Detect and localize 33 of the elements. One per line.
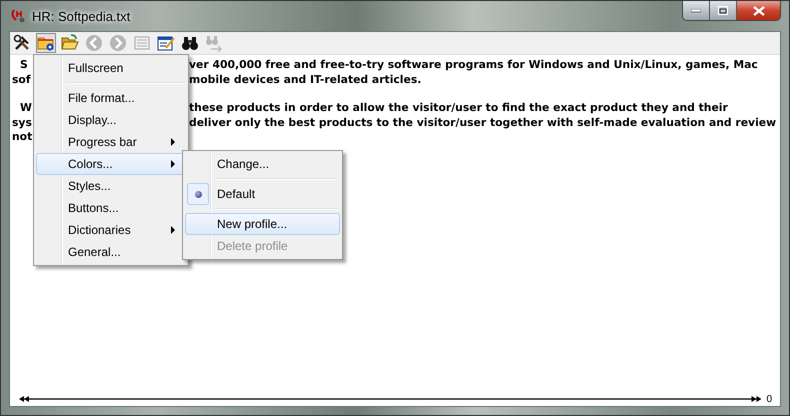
menu-item[interactable]: Dictionaries [36, 219, 186, 241]
maximize-button[interactable] [709, 1, 736, 20]
menu-item[interactable]: Buttons... [36, 197, 186, 219]
close-icon [752, 6, 764, 16]
menu-item[interactable]: Default [185, 183, 340, 205]
text-line: these products in order to allow the visitor/user to find the exact product they and their [189, 101, 728, 116]
menu-item[interactable]: File format... [36, 87, 186, 109]
text-fragment: sys [12, 116, 32, 129]
menu-item[interactable]: Progress bar [36, 131, 186, 153]
submenu-arrow-icon [171, 226, 175, 234]
text-fragment: not [12, 130, 32, 144]
maximize-icon [718, 6, 728, 15]
close-button[interactable] [736, 1, 780, 20]
text-line: ver 400,000 free and free-to-try software programs for Windows and Unix/Linux, games, Mac [189, 58, 758, 73]
text-fragment: W [20, 101, 32, 114]
menu-item[interactable]: Change... [185, 153, 340, 175]
minimize-button[interactable] [683, 1, 709, 20]
minimize-icon [691, 8, 701, 12]
folder-gear-icon[interactable] [36, 33, 56, 53]
text-line: deliver only the best products to the visitor/user together with self-made evaluation and review [189, 116, 776, 130]
text-line: mobile devices and IT-related articles. [189, 72, 422, 88]
text-fragment: sof [12, 72, 31, 86]
progress-reading: 0 [766, 394, 772, 404]
menu-item[interactable]: Styles... [36, 175, 186, 197]
menu-item[interactable]: New profile... [185, 213, 340, 235]
submenu-arrow-icon [171, 160, 175, 168]
menu-item[interactable]: Fullscreen [36, 57, 186, 79]
menu-item[interactable]: Display... [36, 109, 186, 131]
menu-item[interactable]: General... [36, 241, 186, 263]
app-icon [10, 8, 26, 24]
window-title: HR: Softpedia.txt [32, 8, 130, 24]
text-fragment: S [20, 58, 28, 71]
submenu-arrow-icon [171, 138, 175, 146]
